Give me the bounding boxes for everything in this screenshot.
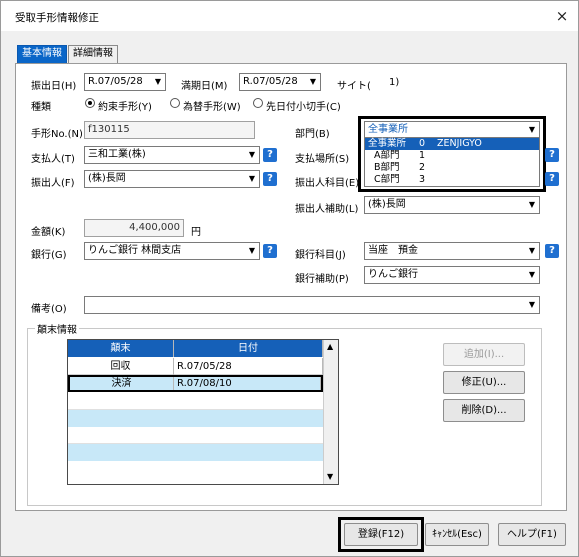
table-row-selected[interactable]: 決済 R.07/08/10	[68, 375, 323, 392]
grid-header-row: 顛末 日付	[68, 340, 323, 357]
memo-select[interactable]: ▼	[84, 296, 540, 314]
drawer-sub-select[interactable]: (株)長岡 ▼	[364, 196, 540, 214]
column-header-event[interactable]: 顛末	[68, 340, 174, 357]
bank-sub-label: 銀行補助(P)	[295, 274, 349, 285]
payer-label: 支払人(T)	[31, 154, 75, 165]
scroll-up-icon[interactable]: ▲	[327, 342, 333, 351]
bill-no-field[interactable]: f130115	[84, 121, 255, 139]
history-group-label: 顛末情報	[35, 321, 79, 336]
drawer-sub-label: 振出人補助(L)	[295, 204, 359, 215]
dropdown-item[interactable]: A部門 1	[365, 150, 539, 162]
chevron-down-icon[interactable]: ▼	[245, 171, 259, 187]
table-row[interactable]	[68, 444, 323, 461]
department-label: 部門(B)	[295, 129, 330, 140]
site-label: サイト(	[337, 81, 371, 92]
radio-promissory-label: 約束手形(Y)	[98, 102, 152, 113]
amount-label: 金額(K)	[31, 227, 66, 238]
radio-bill-of-exchange[interactable]	[170, 98, 180, 108]
cell-event: 回収	[68, 358, 174, 375]
question-icon[interactable]: ?	[545, 148, 559, 162]
chevron-down-icon[interactable]: ▼	[525, 297, 539, 313]
bill-no-label: 手形No.(N)	[31, 129, 83, 140]
table-row[interactable]	[68, 410, 323, 427]
drawer-label: 振出人(F)	[31, 178, 75, 189]
bank-label: 銀行(G)	[31, 250, 67, 261]
scroll-down-icon[interactable]: ▼	[327, 472, 333, 481]
tab-detail-info[interactable]: 詳細情報	[68, 45, 118, 63]
radio-postdated-check-label: 先日付小切手(C)	[266, 102, 341, 113]
cell-date: R.07/05/28	[174, 358, 323, 375]
column-header-date[interactable]: 日付	[174, 340, 323, 357]
question-icon[interactable]: ?	[263, 172, 277, 186]
cell-date: R.07/08/10	[174, 377, 321, 390]
bank-select[interactable]: りんご銀行 林間支店 ▼	[84, 242, 260, 260]
question-icon[interactable]: ?	[263, 244, 277, 258]
site-value: 1)	[389, 77, 400, 88]
question-icon[interactable]: ?	[545, 244, 559, 258]
drawer-select[interactable]: (株)長岡 ▼	[84, 170, 260, 188]
dropdown-item[interactable]: B部門 2	[365, 162, 539, 174]
chevron-down-icon[interactable]: ▼	[245, 147, 259, 163]
title-bar: 受取手形情報修正 ×	[1, 1, 578, 31]
table-row[interactable]	[68, 461, 323, 478]
dropdown-item[interactable]: 全事業所 0 ZENJIGYO	[365, 138, 539, 150]
dropdown-item[interactable]: C部門 3	[365, 174, 539, 186]
department-dropdown-list: 全事業所 0 ZENJIGYO A部門 1 B部門 2 C部門 3	[364, 137, 540, 187]
table-row[interactable]: 回収 R.07/05/28	[68, 358, 323, 375]
edit-button[interactable]: 修正(U)...	[443, 371, 525, 394]
table-row[interactable]	[68, 427, 323, 444]
chevron-down-icon[interactable]: ▼	[525, 267, 539, 283]
bank-account-select[interactable]: 当座 預金 ▼	[364, 242, 540, 260]
chevron-down-icon[interactable]: ▼	[245, 243, 259, 259]
dialog-window: 受取手形情報修正 × 基本情報 詳細情報 振出日(H) R.07/05/28 ▼ …	[0, 0, 579, 557]
chevron-down-icon[interactable]: ▼	[525, 197, 539, 213]
drawer-account-label: 振出人科目(E)	[295, 178, 360, 189]
delete-button[interactable]: 削除(D)...	[443, 399, 525, 422]
due-date-label: 満期日(M)	[181, 81, 228, 92]
due-date-field[interactable]: R.07/05/28 ▼	[239, 73, 321, 91]
add-button[interactable]: 追加(I)...	[443, 343, 525, 366]
radio-postdated-check[interactable]	[253, 98, 263, 108]
bank-sub-select[interactable]: りんご銀行 ▼	[364, 266, 540, 284]
question-icon[interactable]: ?	[263, 148, 277, 162]
chevron-down-icon[interactable]: ▼	[306, 74, 320, 90]
register-button[interactable]: 登録(F12)	[344, 523, 418, 546]
radio-bill-of-exchange-label: 為替手形(W)	[183, 102, 241, 113]
footer-bar	[1, 511, 578, 556]
chevron-down-icon[interactable]: ▼	[525, 243, 539, 259]
bank-account-label: 銀行科目(J)	[295, 250, 346, 261]
cancel-button[interactable]: ｷｬﾝｾﾙ(Esc)	[425, 523, 489, 546]
memo-label: 備考(O)	[31, 304, 67, 315]
type-label: 種類	[31, 102, 51, 113]
help-button[interactable]: ヘルプ(F1)	[498, 523, 566, 546]
table-row[interactable]	[68, 393, 323, 410]
close-icon[interactable]: ×	[553, 7, 571, 25]
question-icon[interactable]: ?	[545, 172, 559, 186]
tab-basic-info[interactable]: 基本情報	[17, 45, 67, 63]
issue-date-label: 振出日(H)	[31, 81, 77, 92]
grid-scrollbar[interactable]: ▲ ▼	[323, 340, 338, 484]
issue-date-field[interactable]: R.07/05/28 ▼	[84, 73, 166, 91]
window-title: 受取手形情報修正	[15, 12, 99, 24]
chevron-down-icon[interactable]: ▼	[151, 74, 165, 90]
payer-select[interactable]: 三和工業(株) ▼	[84, 146, 260, 164]
amount-unit: 円	[191, 227, 201, 238]
amount-field[interactable]: 4,400,000	[84, 219, 184, 237]
chevron-down-icon[interactable]: ▼	[525, 122, 539, 138]
payment-place-label: 支払場所(S)	[295, 154, 350, 165]
history-grid: 顛末 日付 回収 R.07/05/28 決済 R.07/08/10 ▲ ▼	[67, 339, 339, 485]
cell-event: 決済	[70, 377, 174, 390]
radio-promissory[interactable]	[85, 98, 95, 108]
